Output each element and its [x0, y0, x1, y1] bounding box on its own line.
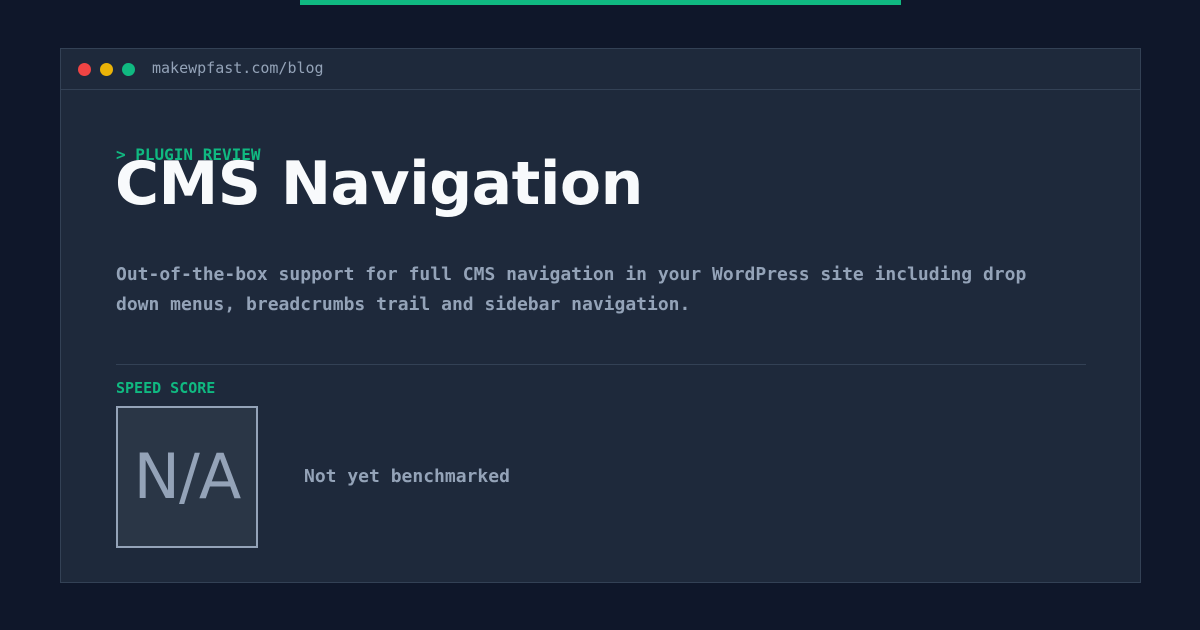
- speed-score-note: Not yet benchmarked: [304, 466, 510, 487]
- section-divider: [116, 364, 1086, 365]
- window-titlebar: makewpfast.com/blog: [61, 49, 1140, 90]
- speed-score-value: N/A: [133, 440, 242, 513]
- page-title: CMS Navigation: [115, 149, 643, 219]
- close-dot-icon[interactable]: [78, 63, 91, 76]
- maximize-dot-icon[interactable]: [122, 63, 135, 76]
- speed-score-label: SPEED SCORE: [116, 379, 216, 397]
- browser-window: makewpfast.com/blog > PLUGIN REVIEW CMS …: [60, 48, 1141, 583]
- address-url: makewpfast.com/blog: [152, 59, 324, 77]
- speed-score-box: N/A: [116, 406, 258, 548]
- top-accent-bar: [300, 0, 901, 5]
- minimize-dot-icon[interactable]: [100, 63, 113, 76]
- article-description: Out-of-the-box support for full CMS navi…: [116, 264, 1027, 315]
